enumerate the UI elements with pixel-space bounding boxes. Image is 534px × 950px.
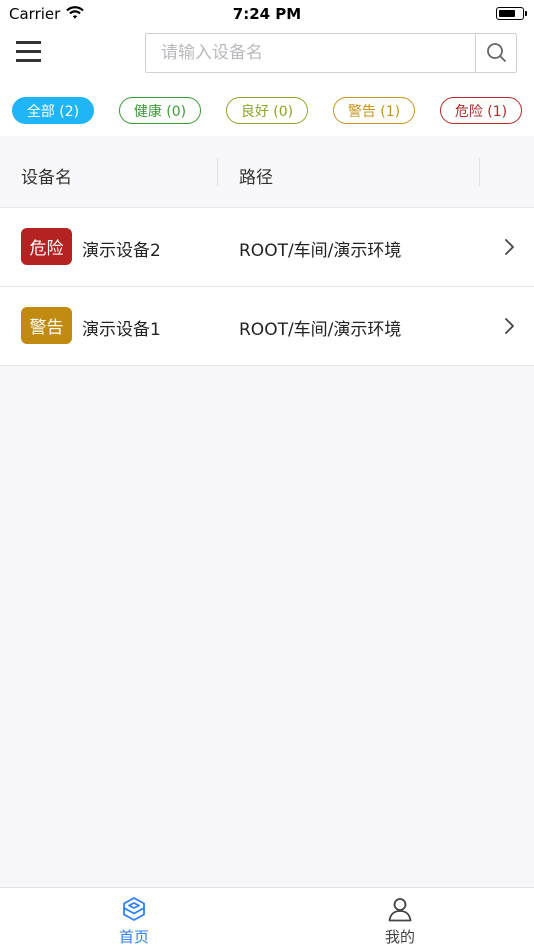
column-divider: [217, 158, 218, 186]
device-path: ROOT/车间/演示环境: [239, 241, 402, 261]
tab-profile[interactable]: 我的: [350, 888, 450, 950]
top-bar: [0, 28, 534, 86]
search-input[interactable]: [146, 34, 476, 72]
filter-chip-all[interactable]: 全部 (2): [12, 97, 94, 124]
device-path: ROOT/车间/演示环境: [239, 320, 402, 340]
filter-chip-danger[interactable]: 危险 (1): [440, 97, 522, 124]
status-badge: 警告: [21, 307, 72, 344]
clock: 7:24 PM: [232, 5, 302, 23]
column-header-path: 路径: [239, 168, 273, 188]
filter-chip-healthy[interactable]: 健康 (0): [119, 97, 201, 124]
menu-icon[interactable]: [16, 41, 42, 63]
device-name: 演示设备2: [82, 241, 161, 261]
battery-icon: [496, 7, 527, 20]
tab-label: 我的: [384, 928, 415, 946]
user-icon: [388, 898, 412, 922]
status-bar: Carrier 7:24 PM: [0, 0, 534, 28]
device-name: 演示设备1: [82, 320, 161, 340]
column-header-device-name: 设备名: [21, 168, 72, 188]
column-divider: [479, 158, 480, 186]
status-badge: 危险: [21, 228, 72, 265]
table-header: 设备名 路径: [0, 136, 534, 208]
table-row[interactable]: 警告 演示设备1 ROOT/车间/演示环境: [0, 287, 534, 366]
tab-home[interactable]: 首页: [84, 888, 184, 950]
chevron-right-icon: [505, 318, 514, 334]
bottom-tab-bar: 首页 我的: [0, 887, 534, 950]
filter-chip-good[interactable]: 良好 (0): [226, 97, 308, 124]
home-cube-icon: [123, 897, 145, 921]
search-bar: [145, 33, 517, 73]
search-icon: [487, 43, 506, 62]
search-button[interactable]: [475, 34, 516, 72]
battery-level: [499, 10, 515, 17]
status-filter-bar: 全部 (2) 健康 (0) 良好 (0) 警告 (1) 危险 (1): [0, 86, 534, 136]
filter-chip-warning[interactable]: 警告 (1): [333, 97, 415, 124]
chevron-right-icon: [505, 239, 514, 255]
tab-label: 首页: [118, 928, 149, 946]
table-row[interactable]: 危险 演示设备2 ROOT/车间/演示环境: [0, 208, 534, 287]
